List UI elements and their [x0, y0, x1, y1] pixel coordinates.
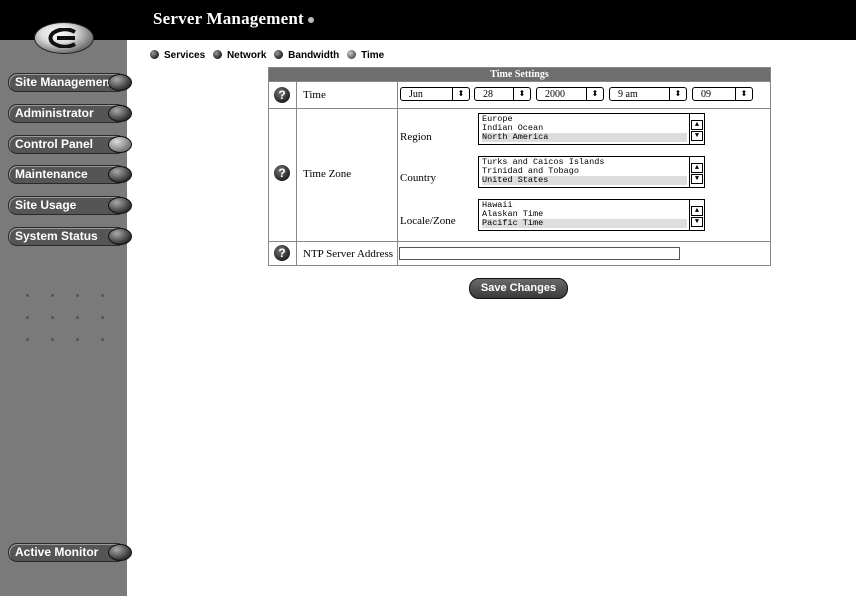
up-down-arrow-icon: ⬍ [452, 88, 469, 100]
locale-listbox[interactable]: Hawaii Alaskan Time Pacific Time ▲ ▼ [478, 199, 705, 231]
minute-select[interactable]: 09 ⬍ [692, 87, 753, 101]
time-zone-label: Time Zone [303, 168, 352, 180]
decorative-dots [26, 328, 126, 346]
up-down-arrow-icon: ⬍ [735, 88, 752, 100]
sidebar-item-label: Active Monitor [15, 545, 99, 559]
scrollbar[interactable]: ▲ ▼ [689, 157, 704, 187]
scroll-up-icon[interactable]: ▲ [691, 163, 703, 173]
knob-icon [108, 105, 132, 122]
scroll-up-icon[interactable]: ▲ [691, 206, 703, 216]
sidebar-item-site-usage[interactable]: Site Usage [8, 196, 132, 215]
knob-icon [108, 197, 132, 214]
knob-icon [108, 74, 132, 91]
tab-network[interactable]: Network [212, 50, 266, 61]
scrollbar[interactable]: ▲ ▼ [689, 114, 704, 144]
help-icon[interactable]: ? [274, 165, 290, 181]
month-select[interactable]: Jun ⬍ [400, 87, 470, 101]
knob-icon [108, 228, 132, 245]
ntp-label: NTP Server Address [303, 248, 394, 260]
sidebar-item-label: Site Usage [15, 198, 77, 212]
table-title: Time Settings [269, 68, 770, 81]
hour-select[interactable]: 9 am ⬍ [609, 87, 687, 101]
sidebar-item-label: Maintenance [15, 167, 88, 181]
sidebar-item-maintenance[interactable]: Maintenance [8, 165, 132, 184]
day-select[interactable]: 28 ⬍ [474, 87, 531, 101]
bullet-icon [150, 50, 159, 59]
bullet-icon [274, 50, 284, 59]
logo-icon [34, 22, 94, 54]
up-down-arrow-icon: ⬍ [513, 88, 530, 100]
scroll-up-icon[interactable]: ▲ [691, 120, 703, 130]
bullet-icon [347, 50, 357, 59]
page-title: Server Management [153, 9, 314, 29]
tab-time[interactable]: Time [347, 50, 384, 61]
scroll-down-icon[interactable]: ▼ [691, 174, 703, 184]
list-item[interactable]: Pacific Time [482, 219, 687, 228]
sidebar-item-label: Control Panel [15, 137, 94, 151]
sidebar-item-label: Site Management [15, 75, 114, 89]
help-icon[interactable]: ? [274, 87, 290, 103]
knob-icon [108, 136, 132, 153]
scrollbar[interactable]: ▲ ▼ [689, 200, 704, 230]
country-listbox[interactable]: Turks and Caicos Islands Trinidad and To… [478, 156, 705, 188]
sidebar-item-site-management[interactable]: Site Management [8, 73, 132, 92]
knob-icon [108, 166, 132, 183]
list-item[interactable]: United States [482, 176, 687, 185]
scroll-down-icon[interactable]: ▼ [691, 217, 703, 227]
ntp-server-input[interactable] [399, 247, 680, 260]
decorative-dots [26, 306, 126, 324]
help-icon[interactable]: ? [274, 245, 290, 261]
up-down-arrow-icon: ⬍ [586, 88, 603, 100]
sidebar-item-system-status[interactable]: System Status [8, 227, 132, 246]
sidebar-item-label: Administrator [15, 106, 94, 120]
year-select[interactable]: 2000 ⬍ [536, 87, 604, 101]
up-down-arrow-icon: ⬍ [669, 88, 686, 100]
top-bar: Server Management [0, 0, 856, 40]
tab-bandwidth[interactable]: Bandwidth [274, 50, 339, 61]
sidebar-item-label: System Status [15, 229, 98, 243]
list-item[interactable]: North America [482, 133, 687, 142]
tab-bar: Services Network Bandwidth Time [150, 50, 389, 61]
region-listbox[interactable]: Europe Indian Ocean North America ▲ ▼ [478, 113, 705, 145]
sidebar-item-control-panel[interactable]: Control Panel [8, 135, 132, 154]
decorative-dots [26, 284, 126, 302]
locale-label: Locale/Zone [400, 215, 456, 227]
sidebar-item-active-monitor[interactable]: Active Monitor [8, 543, 132, 562]
tab-services[interactable]: Services [150, 50, 205, 61]
scroll-down-icon[interactable]: ▼ [691, 131, 703, 141]
knob-icon [108, 544, 132, 561]
save-changes-button[interactable]: Save Changes [469, 278, 568, 299]
time-settings-table: Time Settings ? Time Jun ⬍ 28 ⬍ 2000 ⬍ 9 am… [268, 67, 771, 266]
country-label: Country [400, 172, 437, 184]
time-label: Time [303, 89, 326, 101]
region-label: Region [400, 131, 432, 143]
bullet-icon [212, 50, 222, 59]
sidebar-item-administrator[interactable]: Administrator [8, 104, 132, 123]
